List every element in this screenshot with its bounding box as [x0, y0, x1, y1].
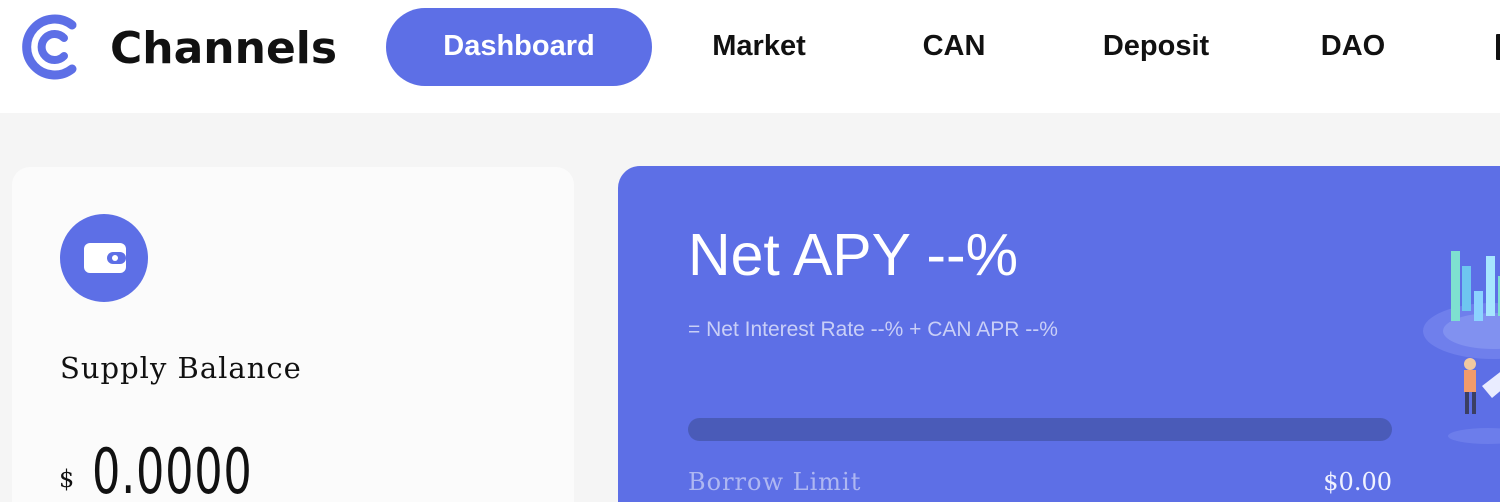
nav-tab-dao[interactable]: DAO	[1286, 8, 1420, 86]
supply-balance-label: Supply Balance	[60, 351, 302, 385]
brand-name: Channels	[110, 23, 338, 74]
nav-tab-can[interactable]: CAN	[886, 8, 1022, 86]
net-apy-formula: = Net Interest Rate --% + CAN APR --%	[688, 318, 1058, 341]
net-apy-title: Net APY --%	[688, 222, 1019, 288]
page: Channels Dashboard Market CAN Deposit DA…	[0, 0, 1500, 502]
supply-balance-card: Supply Balance $ 0.0000	[12, 167, 574, 502]
top-header: Channels Dashboard Market CAN Deposit DA…	[0, 0, 1500, 113]
brand-logo[interactable]: Channels	[18, 11, 338, 83]
borrow-limit-value: $0.00	[1323, 468, 1392, 496]
channels-logo-icon	[22, 14, 77, 80]
nav-tab-market[interactable]: Market	[686, 8, 832, 86]
currency-symbol: $	[59, 465, 75, 493]
borrow-limit-label: Borrow Limit	[688, 468, 862, 496]
nav-tab-deposit[interactable]: Deposit	[1086, 8, 1226, 86]
analytics-illustration	[1423, 251, 1500, 444]
wallet-icon-badge	[60, 214, 148, 302]
supply-balance-value: 0.0000	[92, 435, 253, 502]
borrow-limit-progress	[688, 418, 1392, 441]
nav-tab-dashboard[interactable]: Dashboard	[386, 8, 652, 86]
wallet-icon	[84, 243, 126, 273]
nav-overflow-item[interactable]	[1496, 34, 1500, 60]
net-apy-card: Net APY --% = Net Interest Rate --% + CA…	[618, 166, 1500, 502]
